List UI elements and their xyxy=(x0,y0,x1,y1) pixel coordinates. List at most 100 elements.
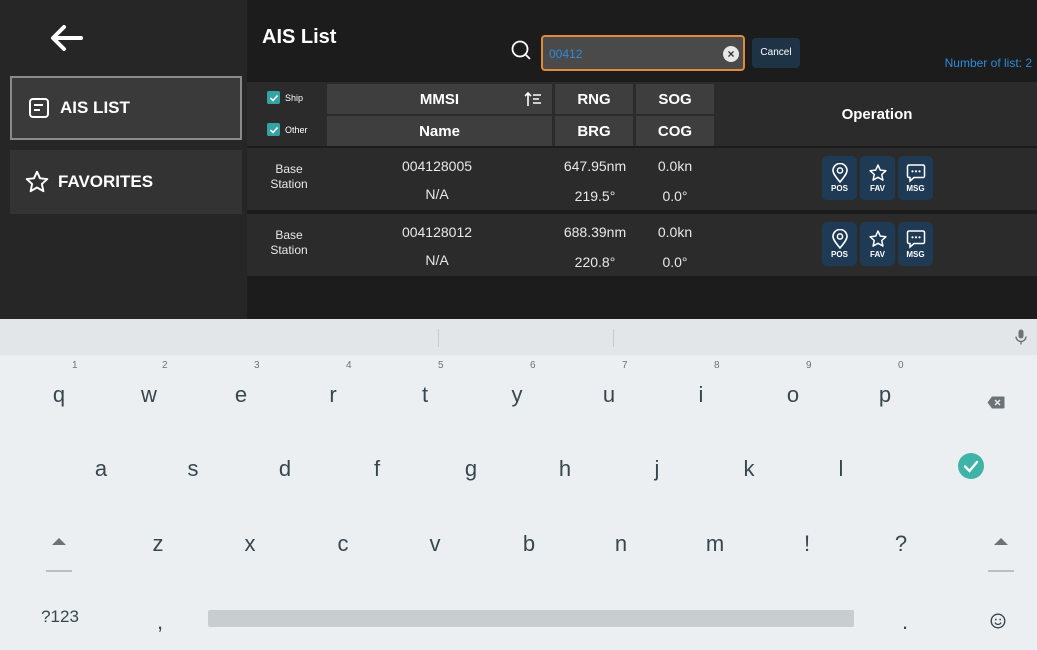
fav-button[interactable]: FAV xyxy=(860,222,895,266)
search-field[interactable]: × xyxy=(541,35,745,71)
key-hint: 9 xyxy=(806,360,812,371)
space-bar[interactable] xyxy=(208,610,854,627)
pos-button[interactable]: POS xyxy=(822,222,857,266)
brg-value: 220.8° xyxy=(574,254,616,270)
suggestion-divider xyxy=(438,329,439,347)
key-i[interactable]: i xyxy=(686,382,716,408)
sort-icon[interactable] xyxy=(524,91,542,107)
key-v[interactable]: v xyxy=(420,531,450,557)
shift-key-left[interactable] xyxy=(44,533,74,579)
column-brg[interactable]: BRG xyxy=(555,116,633,146)
key-k[interactable]: k xyxy=(734,456,764,482)
emoji-key[interactable] xyxy=(987,609,1009,635)
key-u[interactable]: u xyxy=(594,382,624,408)
message-icon xyxy=(906,164,925,183)
key-b[interactable]: b xyxy=(514,531,544,557)
column-mmsi[interactable]: MMSI xyxy=(327,84,552,114)
key-n[interactable]: n xyxy=(606,531,636,557)
cancel-button[interactable]: Cancel xyxy=(752,38,800,68)
back-button[interactable] xyxy=(40,18,92,58)
key-w[interactable]: w xyxy=(134,382,164,408)
msg-button[interactable]: MSG xyxy=(898,156,933,200)
search-icon[interactable] xyxy=(509,38,533,62)
enter-key[interactable] xyxy=(956,452,986,486)
key-hint: 2 xyxy=(162,360,168,371)
column-cog[interactable]: COG xyxy=(636,116,714,146)
fav-label: FAV xyxy=(870,250,885,259)
station-type: Base Station xyxy=(270,228,308,257)
microphone-icon[interactable] xyxy=(1015,329,1027,345)
message-icon xyxy=(906,230,925,249)
key-r[interactable]: r xyxy=(318,382,348,408)
symbols-key[interactable]: ?123 xyxy=(30,607,90,627)
column-operation: Operation xyxy=(717,82,1037,146)
name-value: N/A xyxy=(425,186,449,202)
period-key[interactable]: . xyxy=(895,609,915,635)
ais-app: AIS LIST FAVORITES AIS List × Cancel Num… xyxy=(0,0,1037,319)
table-row[interactable]: Base Station 004128005 N/A 647.95nm 219.… xyxy=(247,148,1037,210)
key-q[interactable]: q xyxy=(44,382,74,408)
key-g[interactable]: g xyxy=(456,456,486,482)
key-s[interactable]: s xyxy=(178,456,208,482)
column-rng[interactable]: RNG xyxy=(555,84,633,114)
key-d[interactable]: d xyxy=(270,456,300,482)
comma-key[interactable]: , xyxy=(150,609,170,635)
sidebar-item-favorites[interactable]: FAVORITES xyxy=(10,150,242,214)
list-count: Number of list: 2 xyxy=(944,56,1032,70)
backspace-key[interactable] xyxy=(984,389,1008,415)
key-o[interactable]: o xyxy=(778,382,808,408)
star-icon xyxy=(868,164,887,181)
filter-label: Other xyxy=(285,124,308,135)
key-a[interactable]: a xyxy=(86,456,116,482)
clear-icon[interactable]: × xyxy=(723,46,739,62)
key-x[interactable]: x xyxy=(235,531,265,557)
shift-key-right[interactable] xyxy=(986,533,1016,579)
key-m[interactable]: m xyxy=(700,531,730,557)
location-pin-icon xyxy=(831,163,848,183)
key-h[interactable]: h xyxy=(550,456,580,482)
key-hint: 7 xyxy=(622,360,628,371)
mmsi-value: 004128012 xyxy=(401,224,473,240)
cog-value: 0.0° xyxy=(662,254,688,270)
key-hint: 3 xyxy=(254,360,260,371)
column-name[interactable]: Name xyxy=(327,116,552,146)
key-hint: 1 xyxy=(72,360,78,371)
shift-icon xyxy=(988,538,1014,572)
key-e[interactable]: e xyxy=(226,382,256,408)
column-sog[interactable]: SOG xyxy=(636,84,714,114)
msg-label: MSG xyxy=(906,250,925,259)
table-row[interactable]: Base Station 004128012 N/A 688.39nm 220.… xyxy=(247,214,1037,276)
msg-button[interactable]: MSG xyxy=(898,222,933,266)
key-c[interactable]: c xyxy=(328,531,358,557)
station-type: Base Station xyxy=(270,162,308,191)
fav-button[interactable]: FAV xyxy=(860,156,895,200)
key-z[interactable]: z xyxy=(143,531,173,557)
filter-ship-checkbox[interactable]: Ship xyxy=(267,91,303,104)
key-exclamation[interactable]: ! xyxy=(792,531,822,557)
suggestion-divider xyxy=(613,329,614,347)
main-panel: AIS List × Cancel Number of list: 2 Ship xyxy=(247,0,1037,319)
key-t[interactable]: t xyxy=(410,382,440,408)
pos-label: POS xyxy=(831,184,848,193)
search-input[interactable] xyxy=(549,43,714,65)
key-p[interactable]: p xyxy=(870,382,900,408)
filter-other-checkbox[interactable]: Other xyxy=(267,123,308,136)
rng-value: 688.39nm xyxy=(563,224,627,240)
rng-value: 647.95nm xyxy=(563,158,627,174)
key-question[interactable]: ? xyxy=(886,531,916,557)
sidebar-item-ais-list[interactable]: AIS LIST xyxy=(10,76,242,140)
key-j[interactable]: j xyxy=(642,456,672,482)
cog-value: 0.0° xyxy=(662,188,688,204)
key-l[interactable]: l xyxy=(826,456,856,482)
suggestion-strip xyxy=(0,319,1037,355)
checkmark-icon xyxy=(958,453,984,479)
page-title: AIS List xyxy=(262,26,337,48)
key-hint: 8 xyxy=(714,360,720,371)
key-f[interactable]: f xyxy=(362,456,392,482)
pos-button[interactable]: POS xyxy=(822,156,857,200)
list-icon xyxy=(26,95,52,121)
key-y[interactable]: y xyxy=(502,382,532,408)
fav-label: FAV xyxy=(870,184,885,193)
brg-value: 219.5° xyxy=(574,188,616,204)
key-hint: 4 xyxy=(346,360,352,371)
